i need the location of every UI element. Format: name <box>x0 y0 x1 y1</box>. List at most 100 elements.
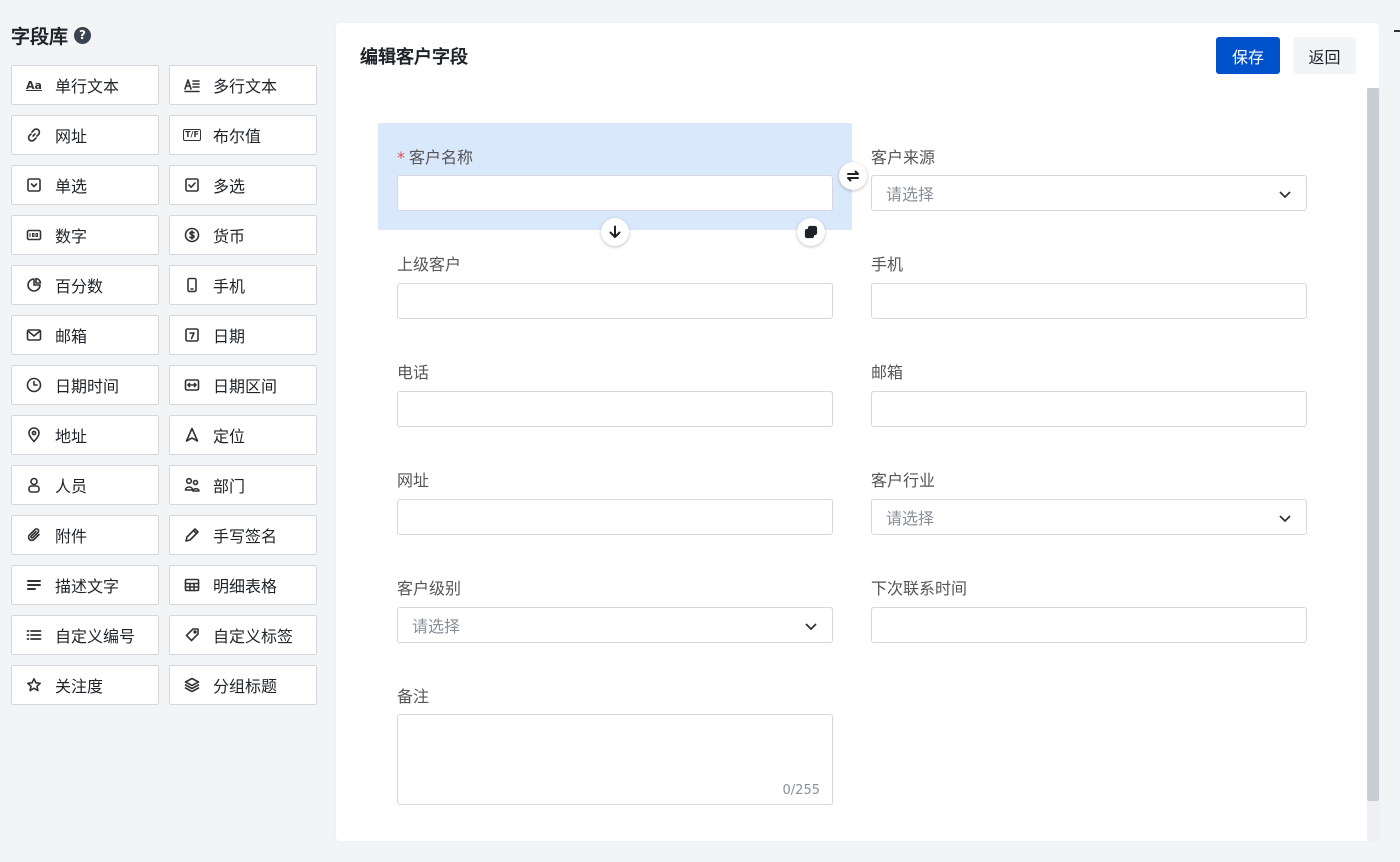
navigation-icon <box>183 426 201 444</box>
industry-label: 客户行业 <box>871 471 936 490</box>
library-item-boolean[interactable]: T/F 布尔值 <box>169 115 317 155</box>
remark-textarea[interactable]: 0/255 <box>397 714 833 805</box>
library-item-department[interactable]: 部门 <box>169 465 317 505</box>
library-item-multi-line-text[interactable]: 多行文本 <box>169 65 317 105</box>
text-lines-icon <box>25 576 43 594</box>
remark-label: 备注 <box>397 687 430 706</box>
library-item-label: 手写签名 <box>213 527 278 546</box>
customer-name-label-text: 客户名称 <box>409 148 474 167</box>
library-item-label: 日期区间 <box>213 377 278 396</box>
library-item-signature[interactable]: 手写签名 <box>169 515 317 555</box>
library-item-custom-tag[interactable]: 自定义标签 <box>169 615 317 655</box>
parent-customer-input[interactable] <box>397 283 833 319</box>
list-number-icon <box>25 626 43 644</box>
map-pin-icon <box>25 426 43 444</box>
field-library-grid: Aa 单行文本 多行文本 网址 T/F 布尔值 单选 多选 数字 货币 百分数 … <box>11 65 317 705</box>
library-item-group-title[interactable]: 分组标题 <box>169 665 317 705</box>
library-item-currency[interactable]: 货币 <box>169 215 317 255</box>
parent-customer-label: 上级客户 <box>397 255 462 274</box>
library-item-label: 日期 <box>213 327 246 346</box>
single-select-icon <box>25 176 43 194</box>
remark-char-counter: 0/255 <box>782 783 820 798</box>
next-contact-label: 下次联系时间 <box>871 579 968 598</box>
text-multiline-icon <box>183 76 201 94</box>
phone-icon <box>183 276 201 294</box>
library-item-person[interactable]: 人员 <box>11 465 159 505</box>
currency-dollar-icon <box>183 226 201 244</box>
library-item-url[interactable]: 网址 <box>11 115 159 155</box>
move-down-button[interactable] <box>601 218 629 246</box>
save-button[interactable]: 保存 <box>1216 37 1280 74</box>
library-item-attachment[interactable]: 附件 <box>11 515 159 555</box>
next-contact-input[interactable] <box>871 607 1307 643</box>
level-select[interactable]: 请选择 <box>397 607 833 643</box>
link-icon <box>25 126 43 144</box>
library-item-label: 布尔值 <box>213 127 262 146</box>
library-item-label: 关注度 <box>55 677 104 696</box>
library-item-label: 附件 <box>55 527 88 546</box>
library-item-label: 网址 <box>55 127 88 146</box>
edit-panel: 编辑客户字段 保存 返回 * 客户名称 客户来源 请选择 上级客户 手机 电话 邮… <box>336 23 1379 841</box>
back-button[interactable]: 返回 <box>1293 37 1356 74</box>
help-icon[interactable]: ? <box>74 26 92 44</box>
tag-icon <box>183 626 201 644</box>
library-item-custom-number[interactable]: 自定义编号 <box>11 615 159 655</box>
website-input[interactable] <box>397 499 833 535</box>
date-range-icon <box>183 376 201 394</box>
number-100-icon <box>25 226 43 244</box>
level-label: 客户级别 <box>397 579 462 598</box>
customer-source-label: 客户来源 <box>871 148 936 167</box>
customer-source-select[interactable]: 请选择 <box>871 175 1307 211</box>
library-item-multi-select[interactable]: 多选 <box>169 165 317 205</box>
mobile-input[interactable] <box>871 283 1307 319</box>
person-icon <box>25 476 43 494</box>
library-item-label: 百分数 <box>55 277 104 296</box>
website-label: 网址 <box>397 471 430 490</box>
library-item-label: 人员 <box>55 477 88 496</box>
pie-percent-icon <box>25 276 43 294</box>
library-item-number[interactable]: 数字 <box>11 215 159 255</box>
library-item-attention[interactable]: 关注度 <box>11 665 159 705</box>
required-mark: * <box>397 148 405 167</box>
library-item-percent[interactable]: 百分数 <box>11 265 159 305</box>
chevron-down-icon <box>804 618 818 632</box>
library-item-description[interactable]: 描述文字 <box>11 565 159 605</box>
library-item-label: 描述文字 <box>55 577 120 596</box>
library-item-email[interactable]: 邮箱 <box>11 315 159 355</box>
library-item-location[interactable]: 定位 <box>169 415 317 455</box>
pen-icon <box>183 526 201 544</box>
customer-name-input[interactable] <box>397 175 833 211</box>
library-item-address[interactable]: 地址 <box>11 415 159 455</box>
chevron-down-icon <box>1278 510 1292 524</box>
industry-select[interactable]: 请选择 <box>871 499 1307 535</box>
calendar-icon <box>183 326 201 344</box>
arrow-down-icon <box>609 225 621 238</box>
library-item-label: 日期时间 <box>55 377 120 396</box>
clock-icon <box>25 376 43 394</box>
library-item-label: 分组标题 <box>213 677 278 696</box>
library-item-label: 自定义编号 <box>55 627 136 646</box>
phone-input[interactable] <box>397 391 833 427</box>
page-title: 编辑客户字段 <box>360 47 468 68</box>
library-item-date[interactable]: 日期 <box>169 315 317 355</box>
copy-field-button[interactable] <box>797 218 825 246</box>
library-item-label: 多选 <box>213 177 246 196</box>
multi-select-icon <box>183 176 201 194</box>
phone-label: 电话 <box>397 363 430 382</box>
library-item-datetime[interactable]: 日期时间 <box>11 365 159 405</box>
swap-position-button[interactable] <box>839 162 867 190</box>
library-item-detail-table[interactable]: 明细表格 <box>169 565 317 605</box>
library-item-label: 手机 <box>213 277 246 296</box>
library-title: 字段库 ? <box>11 22 92 48</box>
library-item-label: 自定义标签 <box>213 627 294 646</box>
library-item-label: 定位 <box>213 427 246 446</box>
library-item-mobile[interactable]: 手机 <box>169 265 317 305</box>
layers-icon <box>183 676 201 694</box>
email-label: 邮箱 <box>871 363 904 382</box>
library-item-label: 货币 <box>213 227 246 246</box>
library-item-single-select[interactable]: 单选 <box>11 165 159 205</box>
scrollbar-thumb[interactable] <box>1367 88 1379 801</box>
library-item-date-range[interactable]: 日期区间 <box>169 365 317 405</box>
library-item-single-line-text[interactable]: Aa 单行文本 <box>11 65 159 105</box>
email-input[interactable] <box>871 391 1307 427</box>
